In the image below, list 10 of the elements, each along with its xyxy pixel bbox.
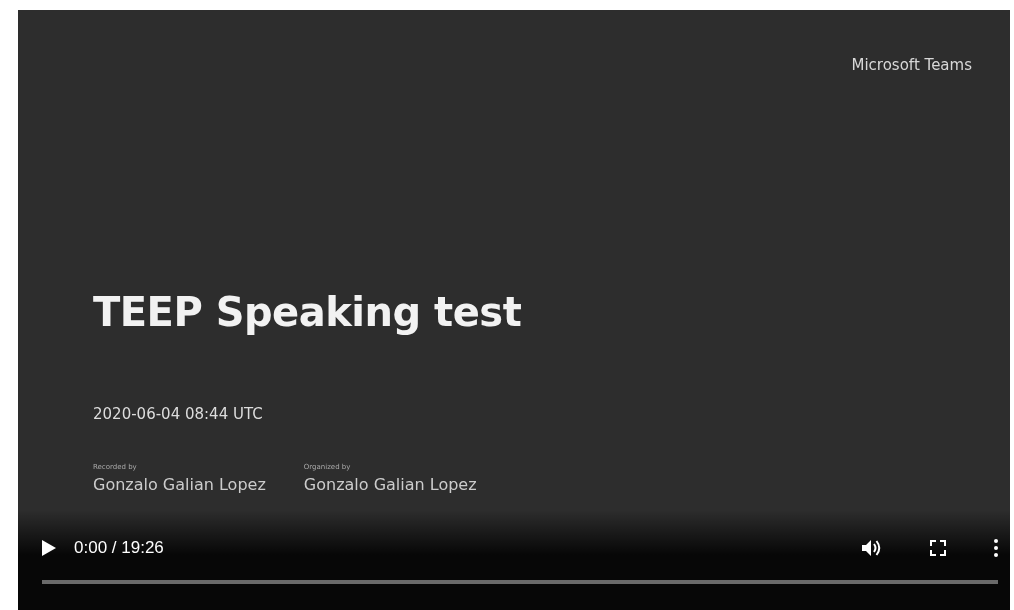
volume-button[interactable] xyxy=(862,539,882,557)
brand-label: Microsoft Teams xyxy=(851,56,972,74)
fullscreen-button[interactable] xyxy=(930,540,946,556)
play-button[interactable] xyxy=(42,540,56,556)
recording-date: 2020-06-04 08:44 UTC xyxy=(93,405,264,423)
more-options-button[interactable] xyxy=(994,539,998,557)
time-display: 0:00 / 19:26 xyxy=(74,538,164,558)
slide-title: TEEP Speaking test xyxy=(93,289,523,335)
person-name: Gonzalo Galian Lopez xyxy=(303,475,477,494)
person-name: Gonzalo Galian Lopez xyxy=(93,475,266,494)
